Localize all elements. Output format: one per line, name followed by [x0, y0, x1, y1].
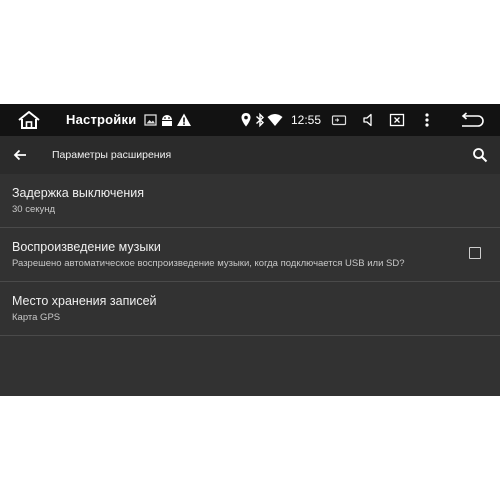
- image-notification-icon: [144, 114, 157, 126]
- preference-title: Задержка выключения: [12, 186, 144, 200]
- volume-icon[interactable]: [361, 112, 377, 128]
- arrow-back-icon[interactable]: [12, 147, 28, 163]
- home-icon[interactable]: [17, 110, 41, 130]
- warning-icon: [177, 113, 191, 126]
- page-title: Параметры расширения: [52, 149, 172, 161]
- clock: 12:55: [291, 113, 322, 127]
- app-title: Настройки: [66, 112, 137, 127]
- wifi-icon: [267, 114, 283, 126]
- preference-summary: Разрешено автоматическое воспроизведение…: [12, 258, 405, 269]
- preference-title: Воспроизведение музыки: [12, 240, 161, 254]
- screen-mirror-icon[interactable]: [331, 112, 347, 128]
- close-window-icon[interactable]: [389, 112, 405, 128]
- more-vert-icon[interactable]: [419, 112, 435, 128]
- action-bar: Параметры расширения: [0, 136, 500, 174]
- android-notification-icon: [162, 115, 172, 126]
- preference-summary: 30 секунд: [12, 204, 56, 215]
- bluetooth-icon: [256, 112, 265, 128]
- preference-music-playback[interactable]: Воспроизведение музыки Разрешено автомат…: [0, 228, 500, 282]
- device-screen: Настройки 12:55 Параметры расширения Зад…: [0, 104, 500, 396]
- music-playback-checkbox[interactable]: [469, 247, 481, 259]
- preference-recording-storage[interactable]: Место хранения записей Карта GPS: [0, 282, 500, 336]
- preference-title: Место хранения записей: [12, 294, 157, 308]
- preference-summary: Карта GPS: [12, 312, 61, 323]
- back-nav-icon[interactable]: [458, 112, 484, 128]
- search-icon[interactable]: [472, 147, 488, 163]
- status-bar: Настройки 12:55: [0, 104, 500, 136]
- preference-shutdown-delay[interactable]: Задержка выключения 30 секунд: [0, 174, 500, 228]
